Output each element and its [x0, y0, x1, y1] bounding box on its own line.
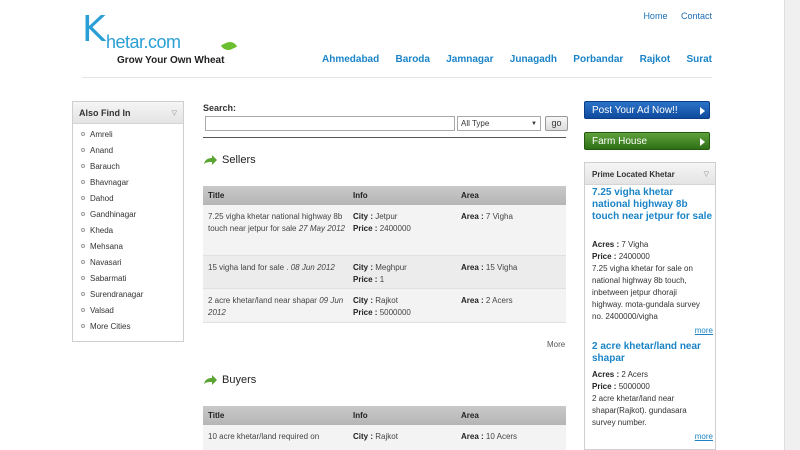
- scrollbar[interactable]: [784, 0, 800, 450]
- site-tagline: Grow Your Own Wheat: [117, 55, 225, 66]
- logo-k: K: [82, 9, 106, 50]
- listing-desc-line: shapar(Rajkot). gundasara: [592, 406, 687, 415]
- city-link-porbandar[interactable]: Porbandar: [573, 54, 623, 65]
- listing-desc-line: survey number.: [592, 418, 647, 427]
- contact-link[interactable]: Contact: [681, 11, 712, 21]
- city-link-baroda[interactable]: Baroda: [396, 54, 430, 65]
- city-list-item[interactable]: Surendranagar: [73, 287, 183, 303]
- city-list-item[interactable]: Valsad: [73, 303, 183, 319]
- top-links: Home Contact: [632, 11, 712, 21]
- buyers-table: Title Info Area 10 acre khetar/land requ…: [203, 406, 566, 450]
- city-list: Amreli Anand Barauch Bhavnagar Dahod Gan…: [73, 124, 183, 335]
- header-divider: [82, 77, 712, 78]
- type-select-value: All Type: [461, 119, 490, 128]
- sellers-more-link[interactable]: More: [547, 340, 565, 349]
- bullet-icon: [81, 259, 85, 264]
- sellers-table: Title Info Area 7.25 vigha khetar nation…: [203, 186, 566, 323]
- sellers-heading: Sellers: [203, 154, 256, 166]
- dropdown-arrow-icon: ▼: [531, 121, 537, 127]
- listing-desc-line: highway. mota-gundala survey: [592, 300, 700, 309]
- bullet-icon: [81, 147, 85, 152]
- bullet-icon: [81, 163, 85, 168]
- logo-word: hetar.com: [106, 32, 181, 52]
- buyers-heading: Buyers: [203, 374, 256, 386]
- city-list-item[interactable]: Navasari: [73, 255, 183, 271]
- listing-more-link[interactable]: more: [695, 326, 713, 335]
- table-row[interactable]: 7.25 vigha khetar national highway 8b to…: [203, 205, 566, 256]
- panel-title: Also Find In: [79, 108, 131, 118]
- city-list-item[interactable]: Sabarmati: [73, 271, 183, 287]
- city-list-item[interactable]: Gandhinagar: [73, 207, 183, 223]
- farm-house-button[interactable]: Farm House: [584, 132, 710, 150]
- bullet-icon: [81, 195, 85, 200]
- city-link-ahmedabad[interactable]: Ahmedabad: [322, 54, 379, 65]
- city-list-item[interactable]: Barauch: [73, 159, 183, 175]
- panel-header[interactable]: Prime Located Khetar ▽: [585, 163, 715, 185]
- table-header: Title Info Area: [203, 406, 566, 425]
- panel-title: Prime Located Khetar: [592, 170, 675, 179]
- city-list-item[interactable]: Amreli: [73, 127, 183, 143]
- listing-desc-line: 7.25 vigha khetar for sale on: [592, 264, 693, 273]
- city-list-item[interactable]: Anand: [73, 143, 183, 159]
- listing-desc-line: inbetween jetpur dhoraji: [592, 288, 677, 297]
- city-nav: Ahmedabad Baroda Jamnagar Junagadh Porba…: [322, 54, 712, 65]
- city-link-junagadh[interactable]: Junagadh: [510, 54, 557, 65]
- listing-more-link[interactable]: more: [695, 432, 713, 441]
- bullet-icon: [81, 179, 85, 184]
- chevron-down-icon[interactable]: ▽: [704, 170, 709, 178]
- listing-title-link[interactable]: 7.25 vigha khetar national highway 8b to…: [592, 187, 714, 223]
- listing-desc-line: no. 2400000/vigha: [592, 312, 658, 321]
- prime-located-panel: Prime Located Khetar ▽ 7.25 vigha khetar…: [584, 162, 716, 450]
- bullet-icon: [81, 131, 85, 136]
- type-select[interactable]: All Type ▼: [457, 116, 541, 131]
- table-row[interactable]: 15 vigha land for sale . 08 Jun 2012 Cit…: [203, 256, 566, 289]
- listing-size: Acres : 2 Acers: [592, 370, 649, 379]
- bullet-icon: [81, 243, 85, 248]
- search-divider: [203, 137, 566, 138]
- bullet-icon: [81, 291, 85, 296]
- bullet-icon: [81, 323, 85, 328]
- post-ad-button[interactable]: Post Your Ad Now!!: [584, 101, 710, 119]
- city-list-item[interactable]: Mehsana: [73, 239, 183, 255]
- play-arrow-icon: [700, 107, 705, 115]
- listing-desc-line: 2 acre khetar/land near: [592, 394, 675, 403]
- bullet-icon: [81, 227, 85, 232]
- city-list-item[interactable]: Dahod: [73, 191, 183, 207]
- city-link-rajkot[interactable]: Rajkot: [640, 54, 671, 65]
- also-find-in-panel: Also Find In ▽ Amreli Anand Barauch Bhav…: [72, 101, 184, 342]
- listing-price: Price : 5000000: [592, 382, 650, 391]
- green-arrow-icon: [204, 155, 217, 166]
- play-arrow-icon: [700, 138, 705, 146]
- table-row[interactable]: 2 acre khetar/land near shapar 09 Jun 20…: [203, 289, 566, 323]
- table-header: Title Info Area: [203, 186, 566, 205]
- green-arrow-icon: [204, 375, 217, 386]
- city-list-item[interactable]: Kheda: [73, 223, 183, 239]
- search-label: Search:: [203, 103, 237, 113]
- listing-price: Price : 2400000: [592, 252, 650, 261]
- search-input[interactable]: [205, 116, 455, 131]
- go-button[interactable]: go: [545, 116, 568, 131]
- bullet-icon: [81, 307, 85, 312]
- home-link[interactable]: Home: [643, 11, 667, 21]
- table-row[interactable]: 10 acre khetar/land required on City : R…: [203, 425, 566, 450]
- bullet-icon: [81, 275, 85, 280]
- panel-header[interactable]: Also Find In ▽: [73, 102, 183, 124]
- city-list-item[interactable]: Bhavnagar: [73, 175, 183, 191]
- listing-title-link[interactable]: 2 acre khetar/land near shapar: [592, 341, 714, 365]
- leaf-icon: [220, 39, 238, 53]
- bullet-icon: [81, 211, 85, 216]
- listing-size: Acres : 7 Vigha: [592, 240, 649, 249]
- listing-desc-line: national highway 8b touch,: [592, 276, 687, 285]
- city-link-surat[interactable]: Surat: [686, 54, 712, 65]
- more-cities-item[interactable]: More Cities: [73, 319, 183, 335]
- chevron-down-icon[interactable]: ▽: [172, 109, 177, 117]
- city-link-jamnagar[interactable]: Jamnagar: [446, 54, 493, 65]
